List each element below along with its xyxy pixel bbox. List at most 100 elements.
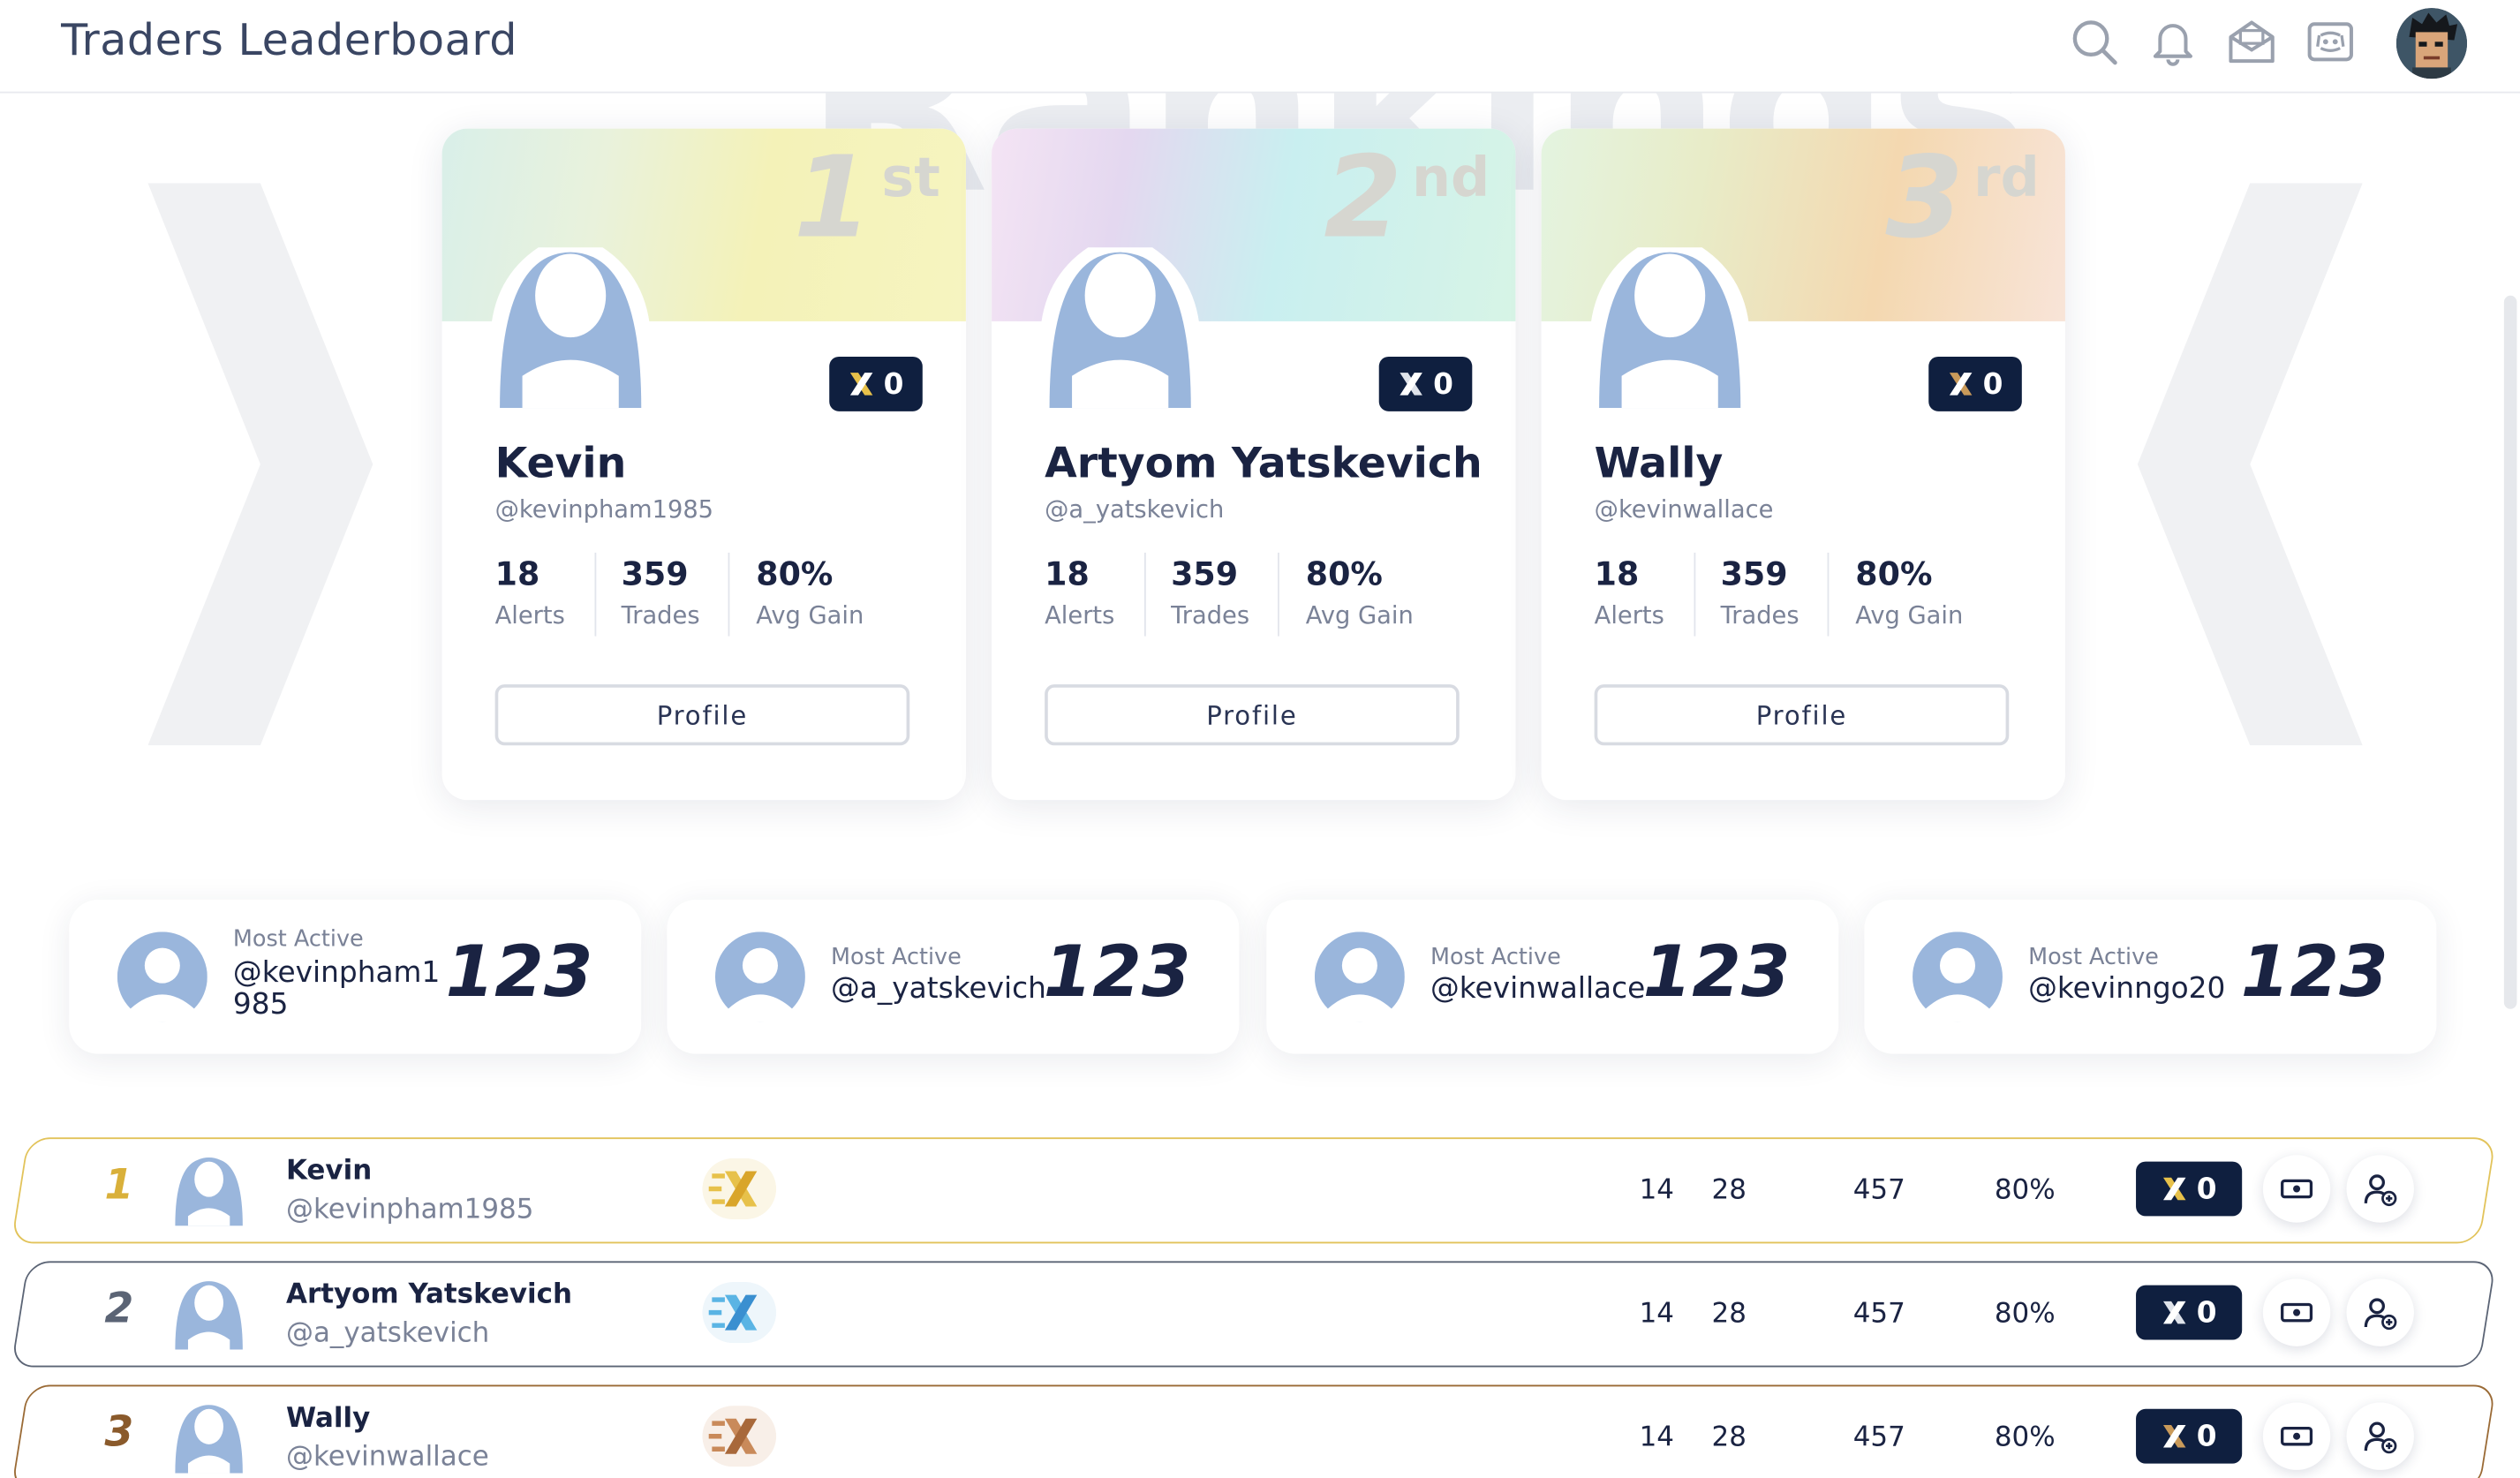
discord-icon[interactable] [2305,16,2356,67]
most-active-count: 123 [1642,931,1791,1014]
trader-handle: @kevinwallace [1594,494,1774,524]
background-x-right-icon [2137,183,2363,746]
profile-button[interactable]: Profile [1594,684,2010,746]
avatar-placeholder-icon [1039,247,1201,409]
leaderboard-row-2[interactable]: 2 Artyom Yatskevich @a_yatskevich 14 28 … [11,1261,2497,1368]
most-active-label: Most Active [232,926,364,954]
add-user-icon[interactable] [2346,1155,2414,1223]
stat-alerts: 18 Alerts [1595,552,1695,637]
leaderboard-row-1[interactable]: 1 Kevin @kevinpham1985 14 28 457 80% 0 [11,1137,2497,1244]
x-points-badge[interactable]: 0 [2136,1161,2243,1217]
rank-number: 2nd [1324,132,1490,264]
x-logo-icon [2162,1424,2185,1448]
cash-icon[interactable] [2262,1402,2331,1470]
most-active-count: 123 [1043,931,1191,1014]
search-icon[interactable] [2069,16,2120,67]
mail-icon[interactable] [2226,16,2277,67]
trader-name: Wally [1594,440,1724,489]
leaderboard-row-3[interactable]: 3 Wally @kevinwallace 14 28 457 80% 0 [11,1384,2497,1478]
most-active-card-4[interactable]: Most Active @kevinngo20 123 [1864,899,2437,1054]
background-x-left-icon [147,183,373,746]
avatar-placeholder-icon [1589,247,1751,409]
row-value-1: 14 [1639,1421,1674,1454]
row-name: Artyom Yatskevich [285,1278,572,1311]
x-points-badge[interactable]: 0 [829,356,923,411]
avatar-placeholder-icon [175,1281,243,1350]
bell-icon[interactable] [2147,16,2199,67]
cash-icon[interactable] [2262,1278,2331,1346]
trader-handle: @a_yatskevich [1045,494,1225,524]
rank-number: 1st [793,132,940,264]
row-value-2: 28 [1711,1174,1747,1207]
x-logo-icon [2162,1301,2185,1324]
most-active-handle: @kevinpham1985 [232,955,441,1022]
top-trader-card-1: 1st 0 Kevin @kevinpham1985 18 Alerts 359 T… [441,128,966,801]
most-active-label: Most Active [2028,944,2159,971]
row-value-3: 457 [1852,1174,1905,1207]
row-rank: 3 [104,1408,134,1458]
trader-name: Kevin [494,440,627,489]
x-points-badge[interactable]: 0 [2136,1285,2243,1340]
top-trader-card-3: 3rd 0 Wally @kevinwallace 18 Alerts 359 Tr… [1541,128,2065,801]
row-value-2: 28 [1711,1298,1747,1331]
user-avatar[interactable] [2396,8,2468,79]
cash-icon[interactable] [2262,1155,2331,1223]
rank-number: 3rd [1885,132,2040,264]
trader-handle: @kevinpham1985 [494,494,714,524]
avatar-placeholder-icon [1913,931,2003,1022]
add-user-icon[interactable] [2346,1402,2414,1470]
add-user-icon[interactable] [2346,1278,2414,1346]
row-value-3: 457 [1852,1421,1905,1454]
row-value-4: 80% [1994,1174,2056,1207]
x-logo-icon [1399,373,1422,396]
avatar-placeholder-icon [117,931,207,1022]
avatar-placeholder-icon [490,247,652,409]
avatar-placeholder-icon [1314,931,1405,1022]
row-value-3: 457 [1852,1298,1905,1331]
avatar-placeholder-icon [175,1405,243,1474]
page-title: Traders Leaderboard [61,16,517,66]
trader-stats: 18 Alerts 359 Trades 80% Avg Gain [495,552,913,637]
scrollbar[interactable] [2503,295,2517,1009]
row-rank: 1 [104,1161,134,1210]
row-handle: @a_yatskevich [285,1317,490,1350]
most-active-label: Most Active [1430,944,1561,971]
row-handle: @kevinpham1985 [285,1193,534,1226]
most-active-card-3[interactable]: Most Active @kevinwallace 123 [1266,899,1839,1054]
x-points-badge[interactable]: 0 [1378,356,1473,411]
bronze-x-logo-icon [702,1406,777,1467]
top-trader-card-2: 2nd 0 Artyom Yatskevich @a_yatskevich 18… [992,128,1516,801]
avatar-placeholder-icon [175,1158,243,1226]
trader-stats: 18 Alerts 359 Trades 80% Avg Gain [1045,552,1462,637]
stat-alerts: 18 Alerts [495,552,596,637]
row-value-4: 80% [1994,1298,2056,1331]
x-logo-icon [2162,1177,2185,1201]
page: Rankings Traders Leaderboard 1 st 0 Kevi… [0,0,2520,1478]
x-logo-icon [849,373,872,396]
row-value-1: 14 [1639,1174,1674,1207]
row-value-4: 80% [1994,1421,2056,1454]
most-active-card-2[interactable]: Most Active @a_yatskevich 123 [667,899,1240,1054]
row-name: Kevin [285,1155,373,1188]
row-value-1: 14 [1639,1298,1674,1331]
profile-button[interactable]: Profile [494,684,910,746]
trader-name: Artyom Yatskevich [1045,440,1483,489]
stat-avg-gain: 80% Avg Gain [756,554,864,630]
trader-stats: 18 Alerts 359 Trades 80% Avg Gain [1595,552,2012,637]
most-active-label: Most Active [831,944,962,971]
avatar-placeholder-icon [714,931,805,1022]
row-rank: 2 [104,1285,134,1334]
top-bar: Traders Leaderboard [0,0,2520,94]
profile-button[interactable]: Profile [1045,684,1460,746]
x-points-badge[interactable]: 0 [1928,356,2022,411]
x-points-badge[interactable]: 0 [2136,1408,2243,1464]
stat-trades: 359 Trades [1171,552,1280,637]
row-handle: @kevinwallace [285,1441,489,1474]
x-logo-icon [1949,373,1972,396]
stat-trades: 359 Trades [622,552,731,637]
stat-alerts: 18 Alerts [1045,552,1145,637]
most-active-card-1[interactable]: Most Active @kevinpham1985 123 [69,899,642,1054]
stat-avg-gain: 80% Avg Gain [1855,554,1964,630]
gold-x-logo-icon [702,1158,777,1220]
stat-avg-gain: 80% Avg Gain [1305,554,1414,630]
